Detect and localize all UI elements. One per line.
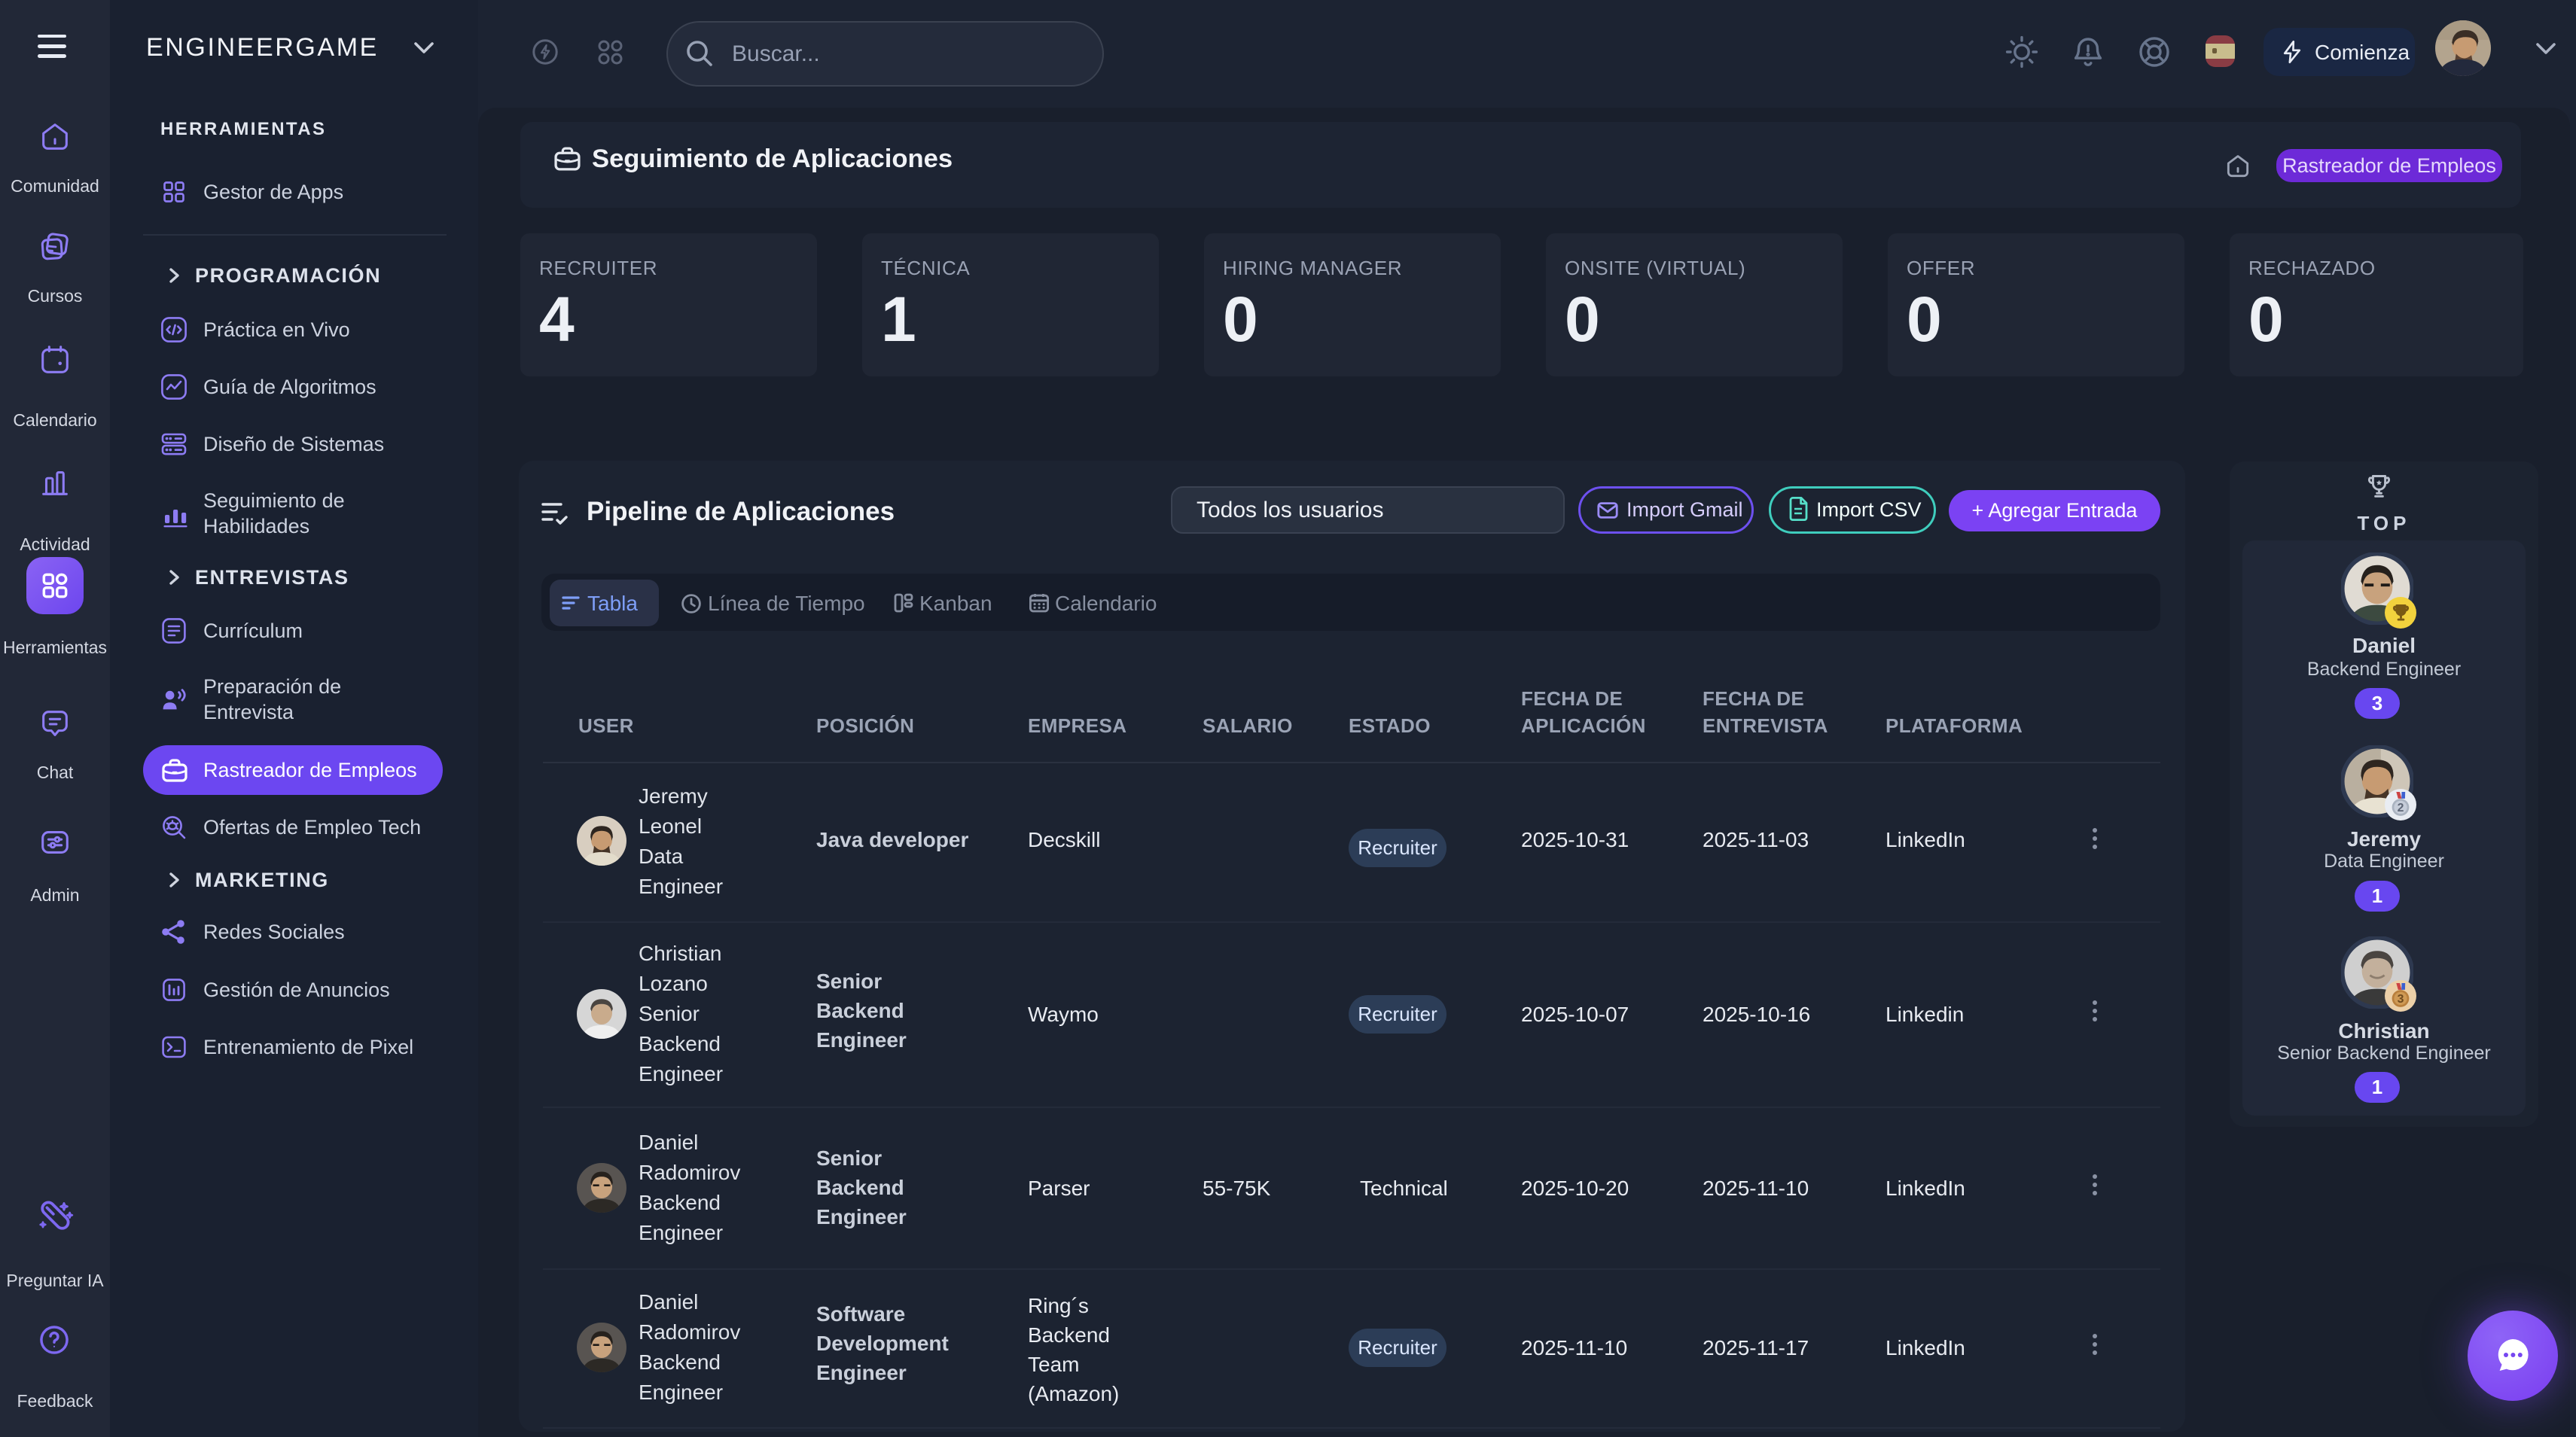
svg-text:3: 3 bbox=[2398, 993, 2404, 1006]
svg-text:2: 2 bbox=[2398, 802, 2404, 814]
